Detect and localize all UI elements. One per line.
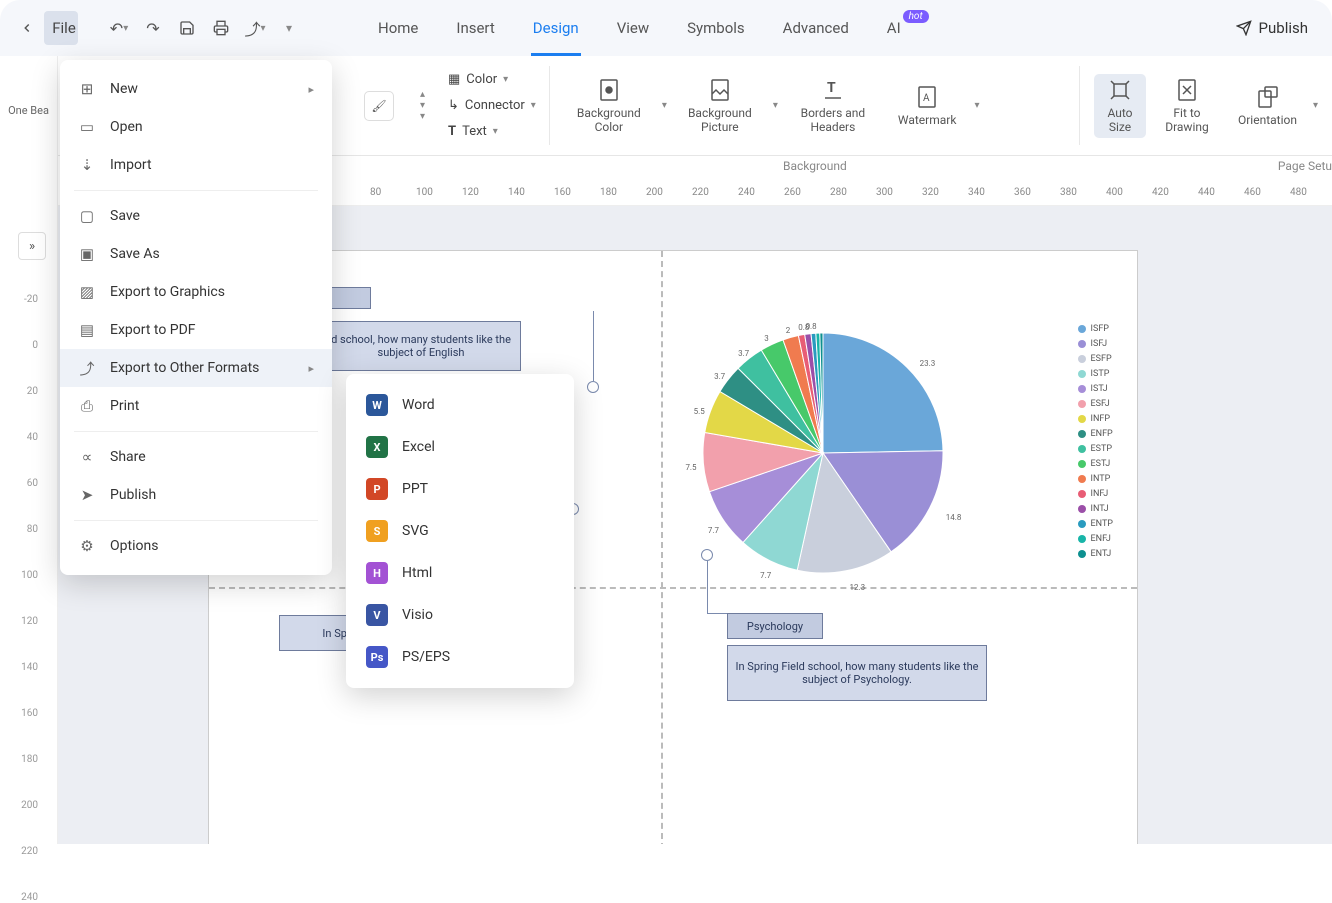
tab-insert[interactable]: Insert	[454, 0, 496, 56]
new-item[interactable]: ⊞New▸	[60, 70, 332, 108]
share-item[interactable]: ∝Share	[60, 438, 332, 476]
save-as-icon: ▣	[78, 245, 96, 263]
auto-size-button[interactable]: Auto Size	[1094, 74, 1146, 138]
background-picture-button[interactable]: Background Picture	[675, 74, 765, 138]
excel-icon: X	[366, 436, 388, 458]
export-formats-menu: WWordXExcelPPPTSSVGHHtmlVVisioPsPS/EPS	[346, 374, 574, 688]
visio-icon: V	[366, 604, 388, 626]
color-dropdown[interactable]: ▦ Color ▾	[448, 67, 536, 93]
share-icon: ∝	[78, 448, 96, 466]
save-button[interactable]	[170, 11, 204, 45]
back-button[interactable]	[10, 11, 44, 45]
group-label: Page Setu	[1278, 159, 1332, 173]
word-icon: W	[366, 394, 388, 416]
text-dropdown[interactable]: T Text ▾	[448, 119, 536, 145]
connector-dropdown[interactable]: ↳ Connector ▾	[448, 93, 536, 119]
save-icon: ▢	[78, 207, 96, 225]
import-icon: ⇣	[78, 156, 96, 174]
psychology-label[interactable]: Psychology	[727, 613, 823, 639]
html-icon: H	[366, 562, 388, 584]
svg-text:T: T	[827, 80, 836, 96]
file-menu-button[interactable]: File	[44, 11, 78, 45]
image-icon: ▨	[78, 283, 96, 301]
chevron-right-icon: ▸	[308, 362, 314, 375]
svg-icon: S	[366, 520, 388, 542]
folder-icon: ▭	[78, 118, 96, 136]
tab-ai[interactable]: AIhot	[885, 0, 903, 56]
panel-text: One Bea	[0, 56, 57, 118]
file-label: File	[52, 19, 76, 37]
background-color-button[interactable]: Background Color	[564, 74, 654, 138]
connector-endpoint[interactable]	[587, 381, 599, 393]
pdf-icon: ▤	[78, 321, 96, 339]
svg-text:A: A	[923, 93, 930, 104]
export-other-item[interactable]: ⤴Export to Other Formats▸	[60, 349, 332, 387]
save-item[interactable]: ▢Save	[60, 197, 332, 235]
undo-button[interactable]: ↶▾	[102, 11, 136, 45]
export-ps-eps[interactable]: PsPS/EPS	[346, 636, 574, 678]
send-icon: ➤	[78, 486, 96, 504]
chart-legend: ISFPISFJESFPISTPISTJESFJINFPENFPESTPESTJ…	[1078, 321, 1113, 561]
ppt-icon: P	[366, 478, 388, 500]
print-item[interactable]: ⎙Print	[60, 387, 332, 425]
export-pdf-item[interactable]: ▤Export to PDF	[60, 311, 332, 349]
save-as-item[interactable]: ▣Save As	[60, 235, 332, 273]
chevron-right-icon: ▸	[308, 83, 314, 96]
export-svg[interactable]: SSVG	[346, 510, 574, 552]
export-html[interactable]: HHtml	[346, 552, 574, 594]
connector-line	[593, 311, 594, 381]
hot-badge: hot	[903, 10, 929, 23]
export-icon: ⤴	[78, 359, 96, 377]
open-item[interactable]: ▭Open	[60, 108, 332, 146]
fit-drawing-button[interactable]: Fit to Drawing	[1152, 74, 1222, 138]
tab-symbols[interactable]: Symbols	[685, 0, 747, 56]
import-item[interactable]: ⇣Import	[60, 146, 332, 184]
export-word[interactable]: WWord	[346, 384, 574, 426]
ps/eps-icon: Ps	[366, 646, 388, 668]
tab-advanced[interactable]: Advanced	[781, 0, 851, 56]
format-painter-button[interactable]: 🖌	[364, 91, 394, 121]
publish-item[interactable]: ➤Publish	[60, 476, 332, 514]
export-visio[interactable]: VVisio	[346, 594, 574, 636]
export-ppt[interactable]: PPPT	[346, 468, 574, 510]
group-label: Background	[783, 159, 847, 173]
shape-description[interactable]: d school, how many students like the sub…	[321, 321, 521, 371]
publish-label: Publish	[1259, 19, 1308, 37]
tab-design[interactable]: Design	[531, 0, 581, 56]
watermark-button[interactable]: AWatermark	[888, 81, 967, 131]
tab-home[interactable]: Home	[376, 0, 420, 56]
tab-view[interactable]: View	[615, 0, 651, 56]
export-button[interactable]: ⤴▾	[238, 11, 272, 45]
guide-vertical	[661, 251, 663, 844]
psychology-description[interactable]: In Spring Field school, how many student…	[727, 645, 987, 701]
pie-chart[interactable]: 23.314.812.37.77.77.55.53.73.7320.80.8 I…	[693, 313, 1113, 593]
redo-button[interactable]: ↷	[136, 11, 170, 45]
export-excel[interactable]: XExcel	[346, 426, 574, 468]
plus-icon: ⊞	[78, 80, 96, 98]
options-item[interactable]: ⚙Options	[60, 527, 332, 565]
print-icon: ⎙	[78, 397, 96, 415]
file-menu: ⊞New▸ ▭Open ⇣Import ▢Save ▣Save As ▨Expo…	[60, 60, 332, 575]
publish-button[interactable]: Publish	[1236, 19, 1308, 37]
orientation-button[interactable]: Orientation	[1228, 81, 1307, 131]
export-graphics-item[interactable]: ▨Export to Graphics	[60, 273, 332, 311]
gear-icon: ⚙	[78, 537, 96, 555]
borders-headers-button[interactable]: TBorders and Headers	[786, 74, 880, 138]
print-button[interactable]	[204, 11, 238, 45]
more-button[interactable]: ▾	[272, 11, 306, 45]
